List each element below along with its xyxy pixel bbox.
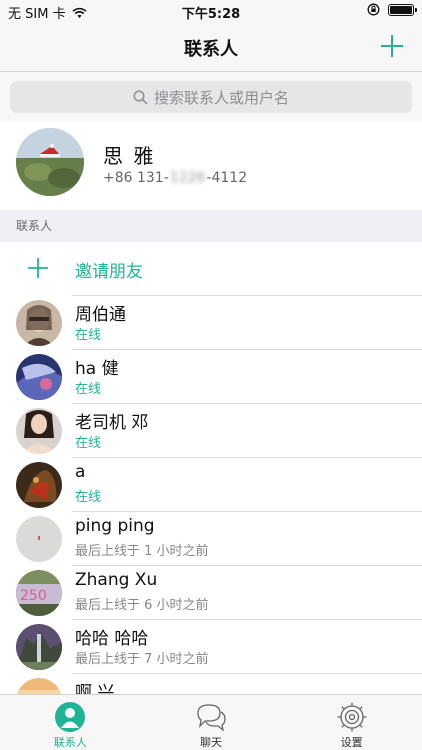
page-title: 联系人 [184, 39, 238, 60]
invite-friends-button[interactable]: 邀请朋友 [0, 242, 422, 296]
contact-row[interactable]: ha 健 在线 [0, 350, 422, 404]
contact-row[interactable]: ping ping 最后上线于 1 小时之前 [0, 512, 422, 566]
tab-settings[interactable]: 设置 [281, 695, 422, 750]
contact-name: ping ping [75, 516, 155, 536]
tab-label: 设置 [340, 736, 363, 749]
plus-icon [28, 258, 48, 278]
invite-friends-label: 邀请朋友 [75, 262, 143, 282]
contact-row[interactable]: 周伯通 在线 [0, 296, 422, 350]
contact-status: 最后上线于 1 小时之前 [75, 544, 209, 559]
avatar: 250 [16, 570, 62, 616]
profile-phone: +86 131- 1226 -4112 [103, 170, 247, 186]
navigation-bar: 联系人 [0, 22, 422, 72]
contact-status: 在线 [75, 436, 102, 451]
status-bar: 无 SIM 卡 下午5:28 [0, 0, 422, 22]
avatar [16, 300, 62, 346]
avatar [16, 408, 62, 454]
avatar [16, 462, 62, 508]
contact-status: 在线 [75, 328, 102, 343]
settings-gear-icon [337, 702, 367, 732]
contact-name: 啊 兴 [75, 683, 115, 694]
contact-name: 周伯通 [75, 305, 126, 325]
avatar [16, 624, 62, 670]
section-header: 联系人 [0, 210, 422, 242]
contact-list[interactable]: 周伯通 在线 ha 健 在线 老司机 邓 在线 a 在线 ping ping 最… [0, 296, 422, 694]
tab-contacts[interactable]: 联系人 [0, 695, 141, 750]
avatar [16, 678, 62, 694]
status-time: 下午5:28 [181, 7, 241, 22]
contact-row[interactable]: a 在线 [0, 458, 422, 512]
profile-avatar[interactable] [16, 128, 84, 196]
contact-row[interactable]: 哈哈 哈哈 最后上线于 7 小时之前 [0, 620, 422, 674]
search-placeholder: 搜索联系人或用户名 [153, 88, 289, 107]
my-profile-card[interactable]: 思 雅 +86 131- 1226 -4112 [0, 122, 422, 210]
phone-prefix: +86 131- [103, 170, 169, 186]
tab-chats[interactable]: 聊天 [141, 695, 282, 750]
search-icon [133, 89, 148, 104]
svg-text:250: 250 [20, 588, 47, 604]
orientation-lock-icon [367, 3, 380, 16]
contacts-icon [55, 702, 86, 732]
contact-row[interactable]: 老司机 邓 在线 [0, 404, 422, 458]
tab-label: 联系人 [53, 736, 87, 749]
plus-icon [381, 35, 403, 57]
contact-name: a [75, 462, 86, 482]
contact-status: 最后上线于 6 小时之前 [75, 598, 209, 613]
tab-bar: 联系人 聊天 设置 [0, 694, 422, 750]
contact-row[interactable]: 啊 兴 [0, 674, 422, 694]
contact-name: 老司机 邓 [75, 413, 149, 433]
battery-icon [388, 3, 417, 16]
contact-status: 最后上线于 7 小时之前 [75, 652, 209, 667]
add-contact-button[interactable] [380, 34, 404, 58]
contact-name: ha 健 [75, 359, 119, 379]
search-input[interactable]: 搜索联系人或用户名 [10, 81, 412, 113]
profile-avatar-image [16, 128, 84, 196]
tab-label: 聊天 [200, 736, 222, 749]
search-area: 搜索联系人或用户名 [0, 72, 422, 122]
phone-hidden-digits: 1226 [169, 170, 206, 186]
profile-name: 思 雅 [103, 144, 156, 168]
avatar [16, 516, 62, 562]
phone-suffix: -4112 [206, 170, 248, 186]
chat-bubbles-icon [197, 704, 226, 732]
contact-row[interactable]: 250 Zhang Xu 最后上线于 6 小时之前 [0, 566, 422, 620]
avatar [16, 354, 62, 400]
contact-status: 在线 [75, 490, 102, 505]
contact-status: 在线 [75, 382, 102, 397]
contact-name: Zhang Xu [75, 570, 158, 590]
contact-name: 哈哈 哈哈 [75, 629, 149, 649]
status-right [367, 3, 417, 16]
